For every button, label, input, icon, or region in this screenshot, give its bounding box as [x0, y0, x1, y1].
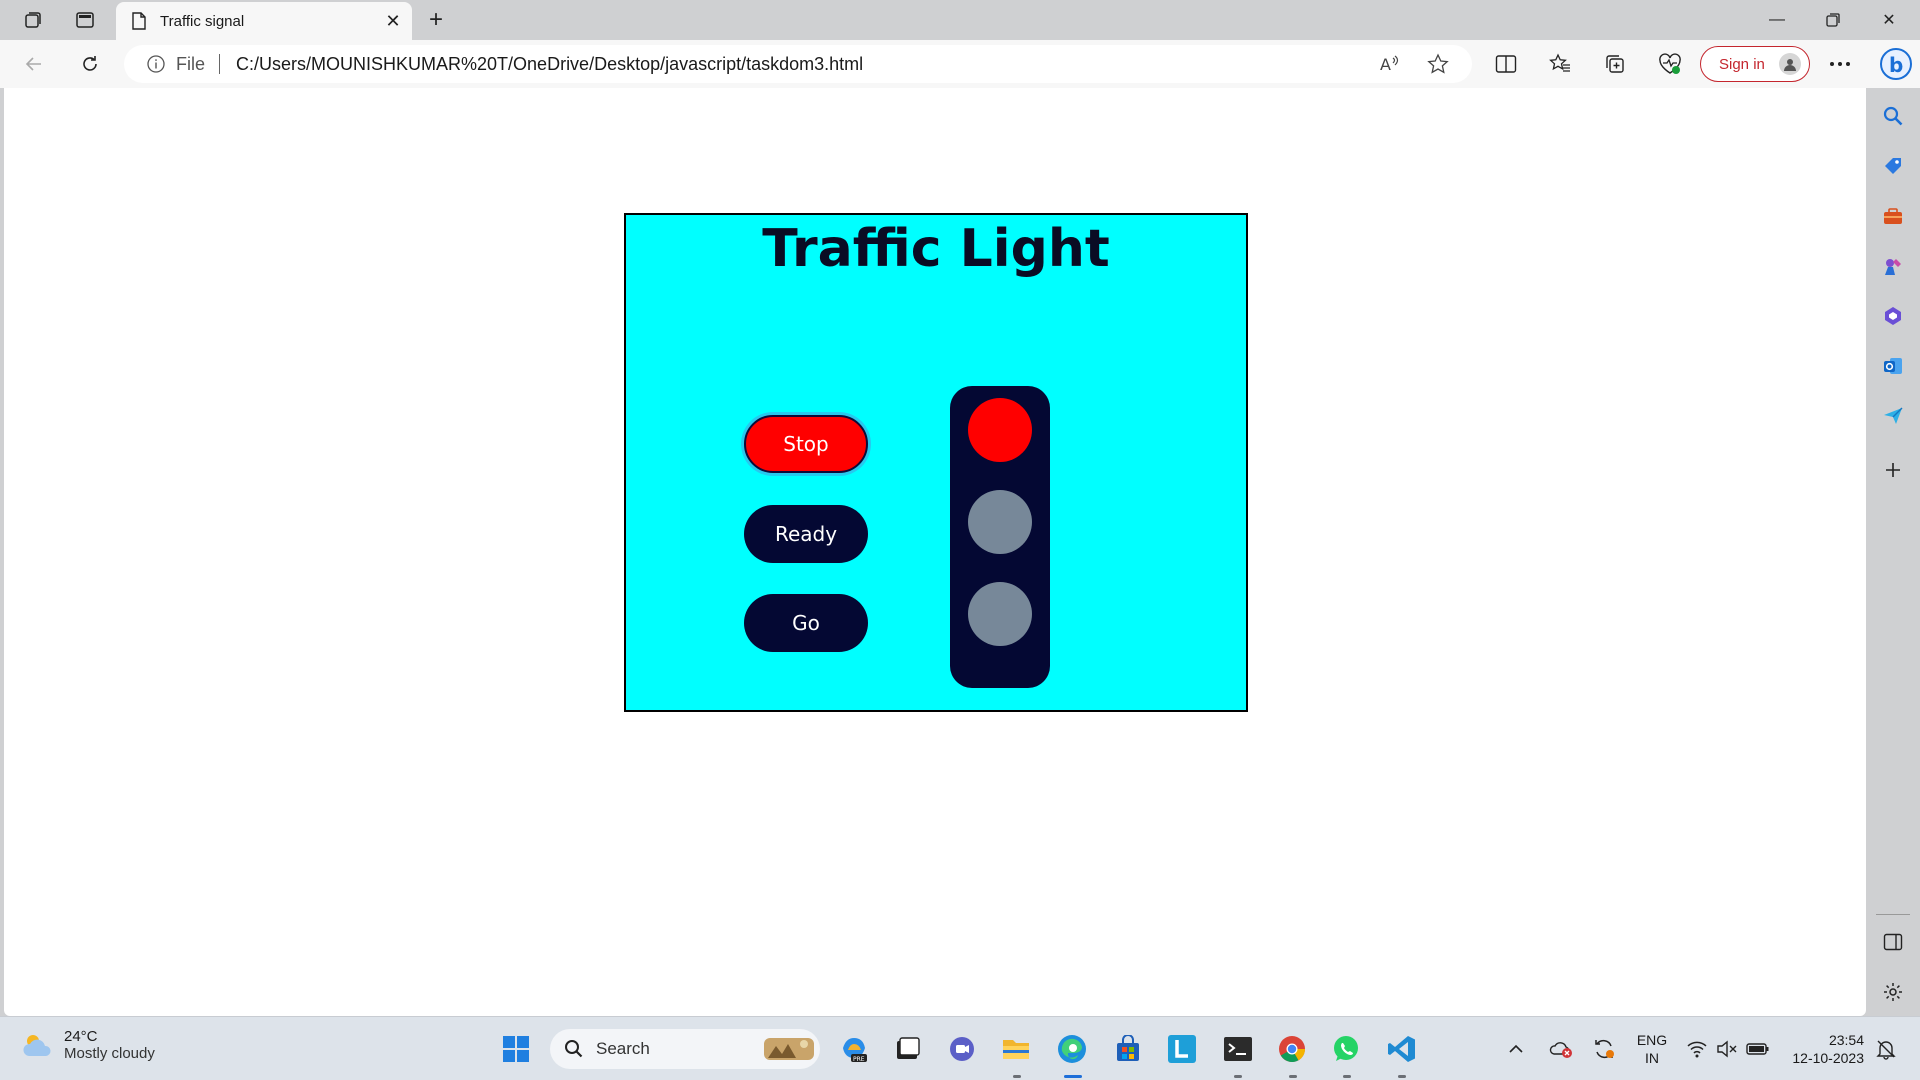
split-panel-icon[interactable] [1879, 928, 1907, 956]
minimize-button[interactable]: — [1750, 0, 1804, 40]
launcher-l-icon[interactable] [1164, 1031, 1200, 1067]
address-bar[interactable]: File C:/Users/MOUNISHKUMAR%20T/OneDrive/… [124, 45, 1472, 83]
back-button[interactable] [20, 50, 48, 78]
running-indicator [1013, 1075, 1021, 1078]
page-icon [130, 12, 148, 30]
close-tab-icon[interactable]: ✕ [382, 10, 404, 32]
page-title: Traffic Light [762, 219, 1110, 279]
clock-time: 23:54 [1828, 1032, 1864, 1048]
onedrive-error-icon[interactable] [1548, 1031, 1576, 1067]
page-viewport: Traffic Light Stop Ready Go [4, 88, 1866, 1016]
add-icon[interactable] [1879, 456, 1907, 484]
active-indicator [1064, 1075, 1082, 1078]
chrome-icon[interactable] [1274, 1031, 1310, 1067]
edge-sidebar [1866, 88, 1920, 1016]
clock[interactable]: 23:54 12-10-2023 [1784, 1031, 1864, 1067]
file-explorer-icon[interactable] [998, 1031, 1034, 1067]
toolbox-icon[interactable] [1879, 202, 1907, 230]
whatsapp-icon[interactable] [1328, 1031, 1364, 1067]
file-label: File [176, 53, 206, 74]
svg-text:b: b [1889, 53, 1903, 77]
send-icon[interactable] [1879, 402, 1907, 430]
red-lamp [968, 398, 1032, 462]
restore-button[interactable] [1806, 0, 1860, 40]
signal-housing [950, 386, 1050, 688]
browser-toolbar: File C:/Users/MOUNISHKUMAR%20T/OneDrive/… [0, 40, 1920, 88]
running-indicator [1289, 1075, 1297, 1078]
green-lamp [968, 582, 1032, 646]
teams-chat-icon[interactable] [944, 1031, 980, 1067]
language-line1: ENG [1636, 1032, 1668, 1048]
games-icon[interactable] [1879, 252, 1907, 280]
office-icon[interactable] [1879, 302, 1907, 330]
start-icon[interactable] [498, 1031, 534, 1067]
copilot-icon[interactable]: b [1878, 46, 1914, 82]
copilot-preview-icon[interactable]: PRE [836, 1031, 872, 1067]
wifi-icon[interactable] [1684, 1031, 1710, 1067]
ready-button[interactable]: Ready [744, 505, 868, 563]
chevron-up-icon[interactable] [1504, 1031, 1528, 1067]
sync-icon[interactable] [1590, 1031, 1618, 1067]
running-indicator [1398, 1075, 1406, 1078]
running-indicator [1343, 1075, 1351, 1078]
search-highlight-icon [762, 1034, 816, 1064]
title-bar: Traffic signal ✕ + — ✕ [0, 0, 1920, 40]
svg-text:PRE: PRE [853, 1056, 865, 1063]
weather-temp: 24°C [64, 1028, 98, 1045]
new-tab-button[interactable]: + [422, 6, 450, 34]
notification-bell-icon[interactable] [1872, 1031, 1900, 1067]
tab-actions-icon[interactable] [72, 8, 98, 32]
tag-icon[interactable] [1879, 152, 1907, 180]
clock-date: 12-10-2023 [1792, 1050, 1864, 1066]
address-divider [219, 54, 221, 74]
search-glass-icon [564, 1039, 584, 1059]
favorite-star-icon[interactable] [1424, 50, 1452, 78]
collections-icon[interactable] [1601, 50, 1629, 78]
language-line2: IN [1645, 1050, 1659, 1066]
svg-text:A: A [1380, 55, 1391, 74]
more-options-icon[interactable] [1826, 50, 1854, 78]
running-indicator [1234, 1075, 1242, 1078]
workspaces-icon[interactable] [20, 8, 46, 32]
search-icon[interactable] [1879, 102, 1907, 130]
tab-title: Traffic signal [160, 12, 245, 30]
browser-essentials-icon[interactable] [1656, 50, 1684, 78]
split-screen-icon[interactable] [1492, 50, 1520, 78]
weather-desc: Mostly cloudy [64, 1045, 155, 1062]
edge-browser-icon[interactable] [1054, 1031, 1090, 1067]
yellow-lamp [968, 490, 1032, 554]
info-icon[interactable] [146, 54, 166, 74]
taskbar: 24°C Mostly cloudy Search PRE ENG IN 23:… [0, 1016, 1920, 1080]
favorites-icon[interactable] [1546, 50, 1574, 78]
close-window-button[interactable]: ✕ [1862, 0, 1916, 40]
refresh-button[interactable] [76, 50, 104, 78]
outlook-icon[interactable] [1879, 352, 1907, 380]
search-label: Search [596, 1039, 650, 1058]
terminal-icon[interactable] [1220, 1031, 1256, 1067]
sign-in-button[interactable]: Sign in [1700, 46, 1810, 82]
vscode-icon[interactable] [1384, 1031, 1420, 1067]
url-text[interactable]: C:/Users/MOUNISHKUMAR%20T/OneDrive/Deskt… [236, 54, 1376, 75]
store-icon[interactable] [1110, 1031, 1146, 1067]
volume-muted-icon[interactable] [1714, 1031, 1740, 1067]
taskbar-search[interactable]: Search [550, 1029, 820, 1069]
battery-icon[interactable] [1744, 1031, 1772, 1067]
language-indicator[interactable]: ENG IN [1632, 1031, 1672, 1067]
read-aloud-icon[interactable]: A [1376, 50, 1404, 78]
stop-button[interactable]: Stop [744, 415, 868, 473]
cloud-sun-icon [20, 1027, 56, 1063]
weather-widget[interactable]: 24°C Mostly cloudy [20, 1027, 155, 1063]
task-view-icon[interactable] [890, 1031, 926, 1067]
sign-in-label: Sign in [1719, 55, 1765, 73]
settings-icon[interactable] [1879, 978, 1907, 1006]
go-button[interactable]: Go [744, 594, 868, 652]
traffic-light-panel: Traffic Light Stop Ready Go [624, 213, 1248, 712]
sidebar-divider [1876, 914, 1910, 915]
avatar-icon [1779, 53, 1801, 75]
tab-traffic-signal[interactable]: Traffic signal ✕ [116, 2, 412, 40]
